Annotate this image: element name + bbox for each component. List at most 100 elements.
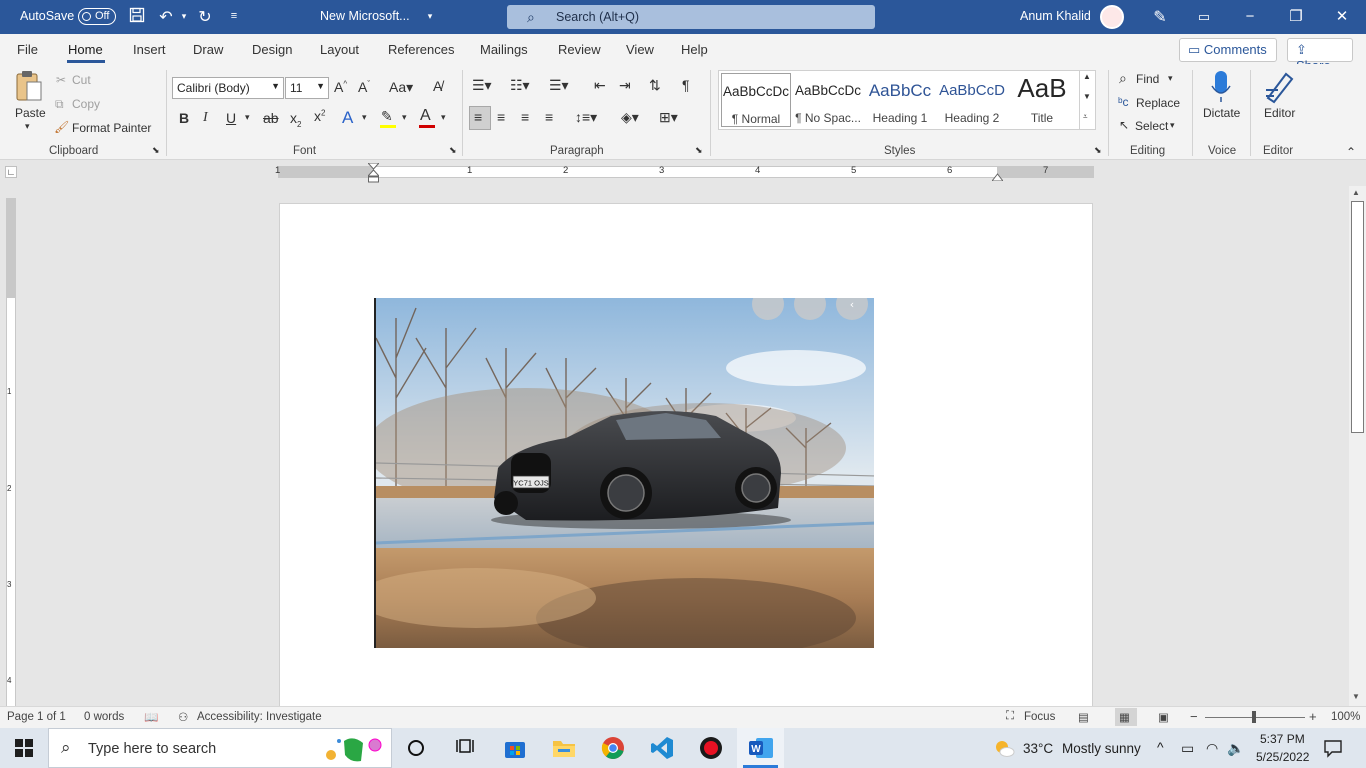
strikethrough-icon[interactable]: ab [263,110,279,126]
taskbar-search[interactable]: ⌕ Type here to search [48,728,392,768]
font-launcher-icon[interactable]: ⬊ [449,145,457,156]
word-taskbar-button[interactable]: W [737,728,784,768]
car-image[interactable]: YC71 OJS ‹ [374,298,874,648]
tab-view[interactable]: View [626,42,654,57]
document-title[interactable]: New Microsoft... [320,9,410,23]
increase-indent-icon[interactable]: ⇥ [619,77,631,94]
shrink-font-icon[interactable]: Aˇ [358,79,370,95]
undo-dropdown-icon[interactable]: ▾ [174,11,194,22]
horizontal-ruler[interactable] [278,166,1094,178]
paste-label[interactable]: Paste [15,106,46,120]
paragraph-launcher-icon[interactable]: ⬊ [695,145,703,156]
underline-icon[interactable]: U [226,110,236,126]
borders-icon[interactable]: ⊞▾ [659,109,678,126]
vscode-icon[interactable] [649,736,675,760]
minimize-button[interactable]: − [1230,4,1270,30]
title-dropdown-icon[interactable]: ▾ [420,11,440,22]
cortana-icon[interactable] [403,738,429,762]
superscript-icon[interactable]: x2 [314,108,325,124]
replace-button[interactable]: Replace [1136,96,1180,110]
redo-icon[interactable]: ↻ [195,7,215,27]
show-hidden-icons-icon[interactable]: ^ [1157,739,1164,755]
microphone-icon[interactable] [1210,70,1232,104]
underline-dropdown-icon[interactable]: ▾ [245,112,250,123]
bold-icon[interactable]: B [179,110,189,126]
scroll-up-icon[interactable]: ▲ [1352,188,1360,197]
justify-icon[interactable]: ≡ [545,109,553,125]
editor-button[interactable]: Editor [1264,106,1295,120]
indent-marker[interactable] [366,162,381,183]
collapse-ribbon-icon[interactable]: ⌃ [1346,145,1356,159]
ribbon-display-icon[interactable]: ▭ [1194,9,1214,25]
weather-icon[interactable] [993,737,1015,759]
numbering-icon[interactable]: ☷▾ [510,77,530,94]
style-no-spacing[interactable]: AaBbCcDc ¶ No Spac... [793,73,863,127]
avatar[interactable] [1100,5,1124,29]
weather-desc[interactable]: Mostly sunny [1062,741,1141,756]
font-color-icon[interactable]: A [420,107,431,125]
highlight-icon[interactable]: ✎ [381,108,393,125]
scroll-up-icon[interactable]: ▲ [1083,72,1091,81]
paste-icon[interactable] [14,70,44,104]
store-icon[interactable] [502,736,528,760]
task-view-icon[interactable] [452,736,478,760]
grow-font-icon[interactable]: A^ [334,79,347,95]
find-icon[interactable]: ⌕ [1119,70,1127,87]
font-color-dropdown-icon[interactable]: ▾ [441,112,446,123]
zoom-slider-thumb[interactable] [1252,711,1256,723]
word-count[interactable]: 0 words [84,711,124,723]
clock-time[interactable]: 5:37 PM [1260,732,1305,746]
wifi-icon[interactable]: ◠ [1206,740,1218,757]
align-center-icon[interactable]: ≡ [497,109,505,125]
shading-icon[interactable]: ◈▾ [621,109,639,126]
weather-temp[interactable]: 33°C [1023,741,1053,756]
chrome-icon[interactable] [600,736,626,760]
pen-icon[interactable]: ✎ [1150,7,1170,27]
style-normal[interactable]: AaBbCcDc ¶ Normal [721,73,791,127]
volume-icon[interactable]: 🔈 [1227,740,1244,757]
copy-button[interactable]: Copy [72,97,100,111]
file-explorer-icon[interactable] [551,736,577,760]
page-count[interactable]: Page 1 of 1 [7,711,66,723]
subscript-icon[interactable]: x2 [290,110,301,129]
scrollbar-thumb[interactable] [1351,201,1364,433]
autosave-toggle[interactable]: Off [78,8,116,25]
style-title[interactable]: AaB Title [1009,73,1075,127]
windows-start-icon[interactable] [15,739,33,757]
decrease-indent-icon[interactable]: ⇤ [594,77,606,94]
select-button[interactable]: Select [1135,119,1168,133]
format-painter-button[interactable]: Format Painter [72,121,151,135]
zoom-in-icon[interactable]: + [1309,709,1317,724]
tab-review[interactable]: Review [558,42,601,57]
line-spacing-icon[interactable]: ↕≡▾ [575,109,597,126]
comments-button[interactable]: ▭ Comments [1179,38,1277,62]
text-effects-dropdown-icon[interactable]: ▾ [362,112,367,123]
copy-icon[interactable]: ⧉ [55,97,64,112]
paste-dropdown-icon[interactable]: ▾ [25,121,30,132]
scroll-down-icon[interactable]: ▼ [1083,92,1091,101]
find-dropdown-icon[interactable]: ▾ [1168,73,1173,84]
user-name[interactable]: Anum Khalid [1020,9,1091,23]
tab-draw[interactable]: Draw [193,42,223,57]
find-button[interactable]: Find [1136,72,1159,86]
styles-launcher-icon[interactable]: ⬊ [1094,145,1102,156]
recorder-icon[interactable] [698,736,724,760]
bullets-icon[interactable]: ☰▾ [472,77,492,94]
dictate-button[interactable]: Dictate [1203,106,1240,120]
zoom-out-icon[interactable]: − [1190,709,1198,724]
cut-button[interactable]: Cut [72,73,91,87]
right-indent-marker[interactable] [990,170,1005,182]
editor-icon[interactable] [1264,70,1296,104]
multilevel-list-icon[interactable]: ☰▾ [549,77,569,94]
select-icon[interactable]: ↖ [1119,118,1129,132]
accessibility-status[interactable]: Accessibility: Investigate [197,711,322,723]
restore-button[interactable]: ❐ [1276,4,1316,30]
tab-help[interactable]: Help [681,42,708,57]
read-mode-icon[interactable]: ▤ [1078,710,1089,724]
zoom-level[interactable]: 100% [1331,711,1360,723]
tab-layout[interactable]: Layout [320,42,359,57]
undo-icon[interactable]: ↶ [156,7,176,27]
more-styles-icon[interactable]: ⩡ [1083,112,1088,122]
share-button[interactable]: ⇪ Share [1287,38,1353,73]
print-layout-button[interactable]: ▦ [1115,708,1137,726]
